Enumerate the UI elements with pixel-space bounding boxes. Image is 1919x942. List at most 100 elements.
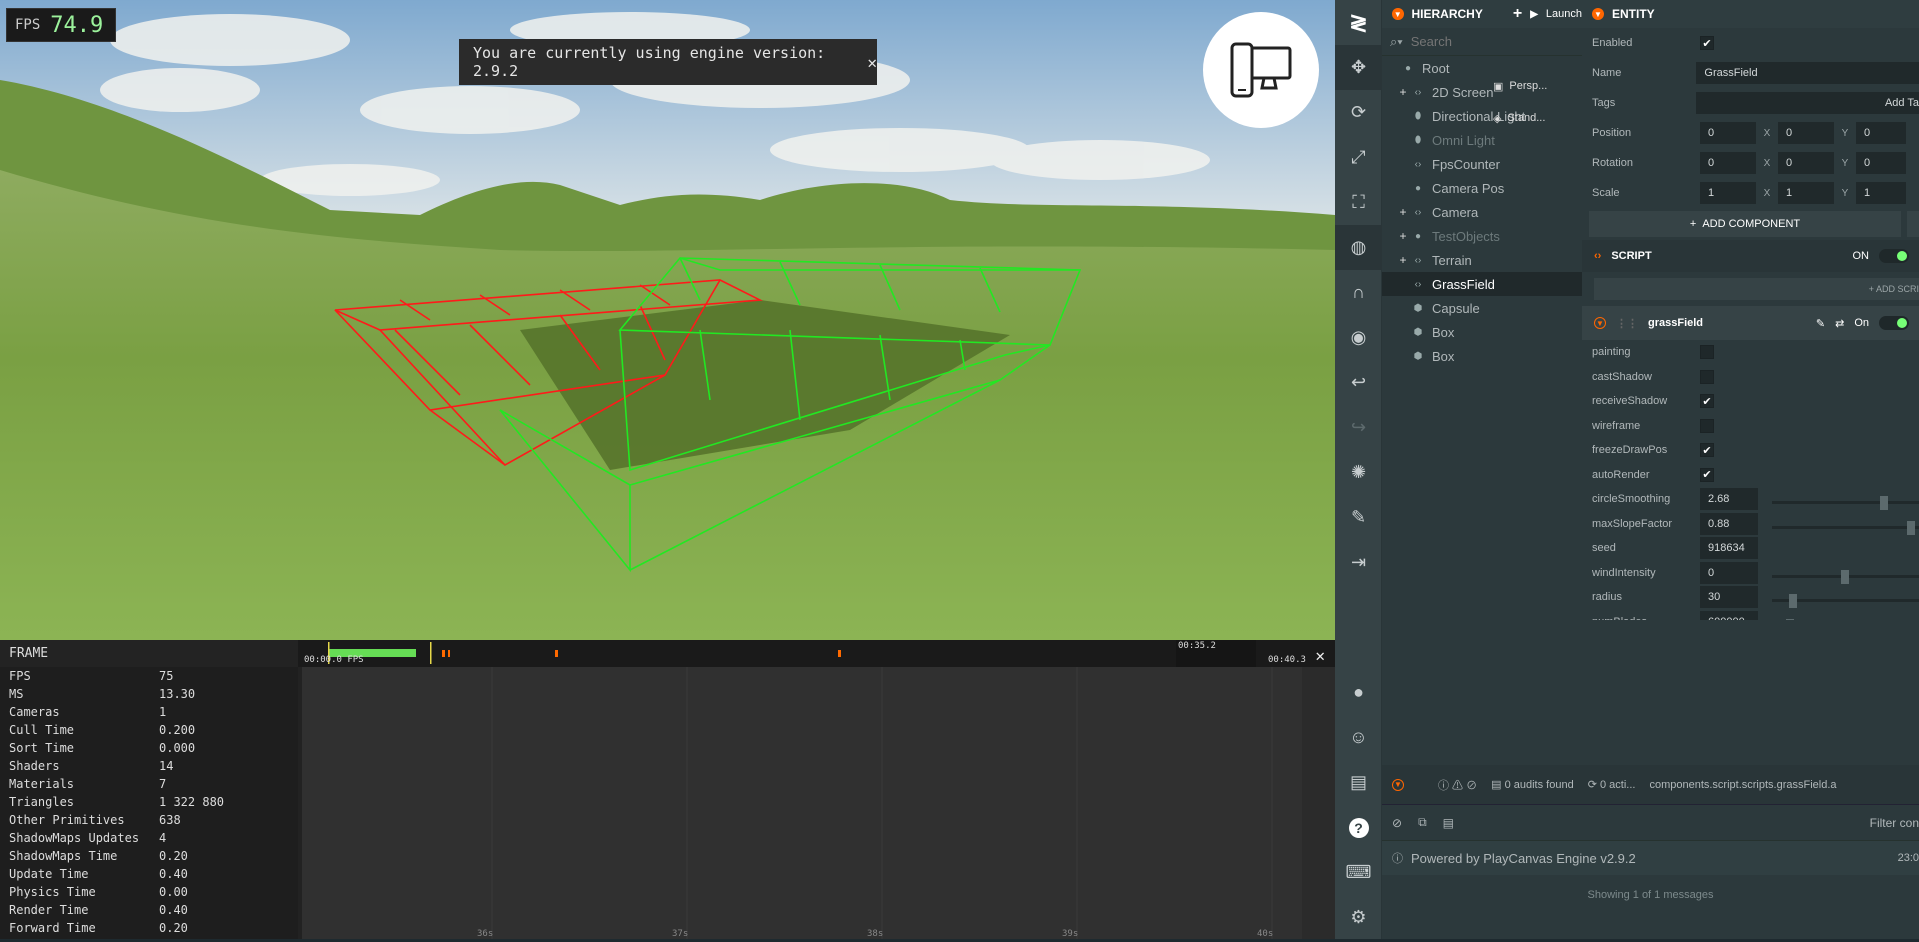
add-script-button[interactable]: + ADD SCRI xyxy=(1594,278,1919,300)
attribute-field[interactable]: 600000 xyxy=(1700,610,1758,620)
tree-item[interactable]: ⬢ Capsule xyxy=(1382,296,1582,320)
edit-script-icon[interactable]: ✎ xyxy=(1816,317,1825,330)
profiler-timeline[interactable]: 00:00.0 FPS 00:35.2 00:40.3 ✕ xyxy=(298,640,1335,667)
slider-handle[interactable] xyxy=(1841,569,1849,584)
undo-icon[interactable]: ↩ xyxy=(1335,360,1382,405)
attribute-row: numBlades600000 xyxy=(1582,610,1919,620)
attribute-slider[interactable] xyxy=(1772,594,1919,608)
tree-item[interactable]: ⬢ Box xyxy=(1382,320,1582,344)
expand-icon[interactable]: + xyxy=(1396,253,1410,267)
collapse-icon[interactable]: ▼ xyxy=(1392,8,1404,20)
attribute-slider[interactable] xyxy=(1772,569,1919,584)
collapse-icon[interactable]: ▼ xyxy=(1594,317,1606,329)
popup-item[interactable]: ◈ Stand... xyxy=(1493,102,1585,134)
attribute-slider[interactable] xyxy=(1772,496,1919,510)
toast-close-icon[interactable]: ✕ xyxy=(867,53,877,72)
playcanvas-logo-icon[interactable]: ≷ xyxy=(1335,0,1382,45)
discord-icon[interactable]: ☺ xyxy=(1335,715,1382,760)
focus-eye-icon[interactable]: ◉ xyxy=(1335,315,1382,360)
slider-handle[interactable] xyxy=(1879,496,1888,510)
enabled-checkbox[interactable]: ✔ xyxy=(1700,36,1714,50)
translate-icon[interactable]: ✥ xyxy=(1335,45,1382,90)
attribute-field[interactable]: 918634 xyxy=(1700,537,1758,560)
path-tab[interactable]: components.script.scripts.grassField.a xyxy=(1649,779,1836,791)
attribute-checkbox[interactable]: ✔ xyxy=(1700,443,1714,458)
tree-item[interactable]: + ‹› Terrain xyxy=(1382,248,1582,272)
info-icon[interactable]: ⓘ ⚠ ⊘ xyxy=(1438,777,1477,793)
bake-lightmap-icon[interactable]: ✺ xyxy=(1335,450,1382,495)
drag-handle-icon[interactable]: ⋮⋮ xyxy=(1616,317,1638,330)
copy-icon[interactable]: ⧉ xyxy=(1418,815,1427,830)
attribute-checkbox[interactable]: ✔ xyxy=(1700,467,1714,482)
redo-icon[interactable]: ↪ xyxy=(1335,405,1382,450)
feedback-icon[interactable]: ▤ xyxy=(1335,760,1382,805)
actions-tab[interactable]: ⟳ 0 acti... xyxy=(1588,778,1636,791)
add-component-button[interactable]: + ADD COMPONENT xyxy=(1589,211,1901,237)
component-menu-button[interactable] xyxy=(1907,211,1919,237)
attribute-field[interactable]: 0.88 xyxy=(1700,512,1758,535)
slider-handle[interactable] xyxy=(1788,594,1797,608)
rotation-y-field[interactable]: 0 xyxy=(1778,152,1834,174)
expand-icon[interactable]: + xyxy=(1396,229,1410,243)
keyboard-shortcuts-icon[interactable]: ⌨ xyxy=(1335,850,1382,895)
attribute-checkbox[interactable] xyxy=(1700,369,1714,384)
device-switch-button[interactable] xyxy=(1203,12,1319,128)
scale-z-field[interactable]: 1 xyxy=(1856,182,1906,204)
settings-gear-icon[interactable]: ⚙ xyxy=(1335,895,1382,940)
3d-viewport[interactable]: FPS 74.9 You are currently using engine … xyxy=(0,0,1335,640)
scale-icon[interactable]: ⤢ xyxy=(1335,135,1382,180)
tree-item[interactable]: ‹› FpsCounter xyxy=(1382,152,1582,176)
code-editor-icon[interactable]: ✎ xyxy=(1335,495,1382,540)
scale-y-field[interactable]: 1 xyxy=(1778,182,1834,204)
tags-field[interactable]: Add Ta xyxy=(1696,92,1919,114)
github-icon[interactable]: ● xyxy=(1335,670,1382,715)
expand-icon[interactable]: + xyxy=(1396,85,1410,99)
add-entity-icon[interactable]: + xyxy=(1513,5,1522,23)
tree-item[interactable]: ⬢ Box xyxy=(1382,344,1582,368)
collapse-icon[interactable]: ▼ xyxy=(1592,8,1604,20)
position-z-field[interactable]: 0 xyxy=(1856,122,1906,144)
help-icon[interactable]: ? xyxy=(1335,805,1382,850)
world-space-icon[interactable]: ◍ xyxy=(1335,225,1382,270)
resize-element-icon[interactable]: ⛶ xyxy=(1335,180,1382,225)
attribute-checkbox[interactable]: ✔ xyxy=(1700,394,1714,409)
log-icon[interactable]: ▤ xyxy=(1443,816,1454,830)
attribute-slider[interactable] xyxy=(1772,520,1919,535)
tree-item[interactable]: + ‹› Camera xyxy=(1382,200,1582,224)
popup-item[interactable]: ▣ Persp... xyxy=(1493,70,1585,102)
name-field[interactable]: GrassField xyxy=(1696,62,1919,84)
tree-item-label: Capsule xyxy=(1432,300,1480,316)
hierarchy-search[interactable]: ⌕▾ xyxy=(1382,28,1582,56)
attribute-checkbox[interactable] xyxy=(1700,345,1714,360)
slider-handle[interactable] xyxy=(1907,520,1916,535)
tree-item[interactable]: ‹› GrassField xyxy=(1382,272,1582,296)
position-y-field[interactable]: 0 xyxy=(1778,122,1834,144)
slider-handle[interactable] xyxy=(1785,618,1794,620)
expand-icon[interactable]: + xyxy=(1396,205,1410,219)
position-x-field[interactable]: 0 xyxy=(1700,122,1756,144)
attribute-row: radius 30 xyxy=(1582,585,1919,610)
attribute-field[interactable]: 2.68 xyxy=(1700,488,1758,511)
clear-icon[interactable]: ⊘ xyxy=(1392,816,1402,830)
script-instance-toggle[interactable] xyxy=(1879,316,1909,330)
script-enable-toggle[interactable] xyxy=(1879,249,1909,263)
parse-script-icon[interactable]: ⇄ xyxy=(1835,317,1844,330)
rotation-x-field[interactable]: 0 xyxy=(1700,152,1756,174)
attribute-field[interactable]: 0 xyxy=(1700,561,1758,584)
tree-item[interactable]: + ● TestObjects xyxy=(1382,224,1582,248)
scale-x-field[interactable]: 1 xyxy=(1700,182,1756,204)
profiler-close-icon[interactable]: ✕ xyxy=(1315,646,1325,665)
search-input[interactable] xyxy=(1410,34,1551,49)
collapse-icon[interactable]: ▼ xyxy=(1392,778,1404,791)
attribute-field[interactable]: 30 xyxy=(1700,586,1758,609)
launch-button[interactable]: Launch xyxy=(1546,8,1582,20)
filter-input[interactable]: Filter con xyxy=(1870,816,1919,830)
rotation-z-field[interactable]: 0 xyxy=(1856,152,1906,174)
tree-item[interactable]: ● Camera Pos xyxy=(1382,176,1582,200)
audits-tab[interactable]: ▤ 0 audits found xyxy=(1491,778,1574,791)
publish-icon[interactable]: ⇥ xyxy=(1335,540,1382,585)
attribute-checkbox[interactable] xyxy=(1700,418,1714,433)
launch-icon[interactable]: ▶ xyxy=(1530,9,1538,20)
rotate-icon[interactable]: ⟳ xyxy=(1335,90,1382,135)
snap-magnet-icon[interactable]: ∩ xyxy=(1335,270,1382,315)
